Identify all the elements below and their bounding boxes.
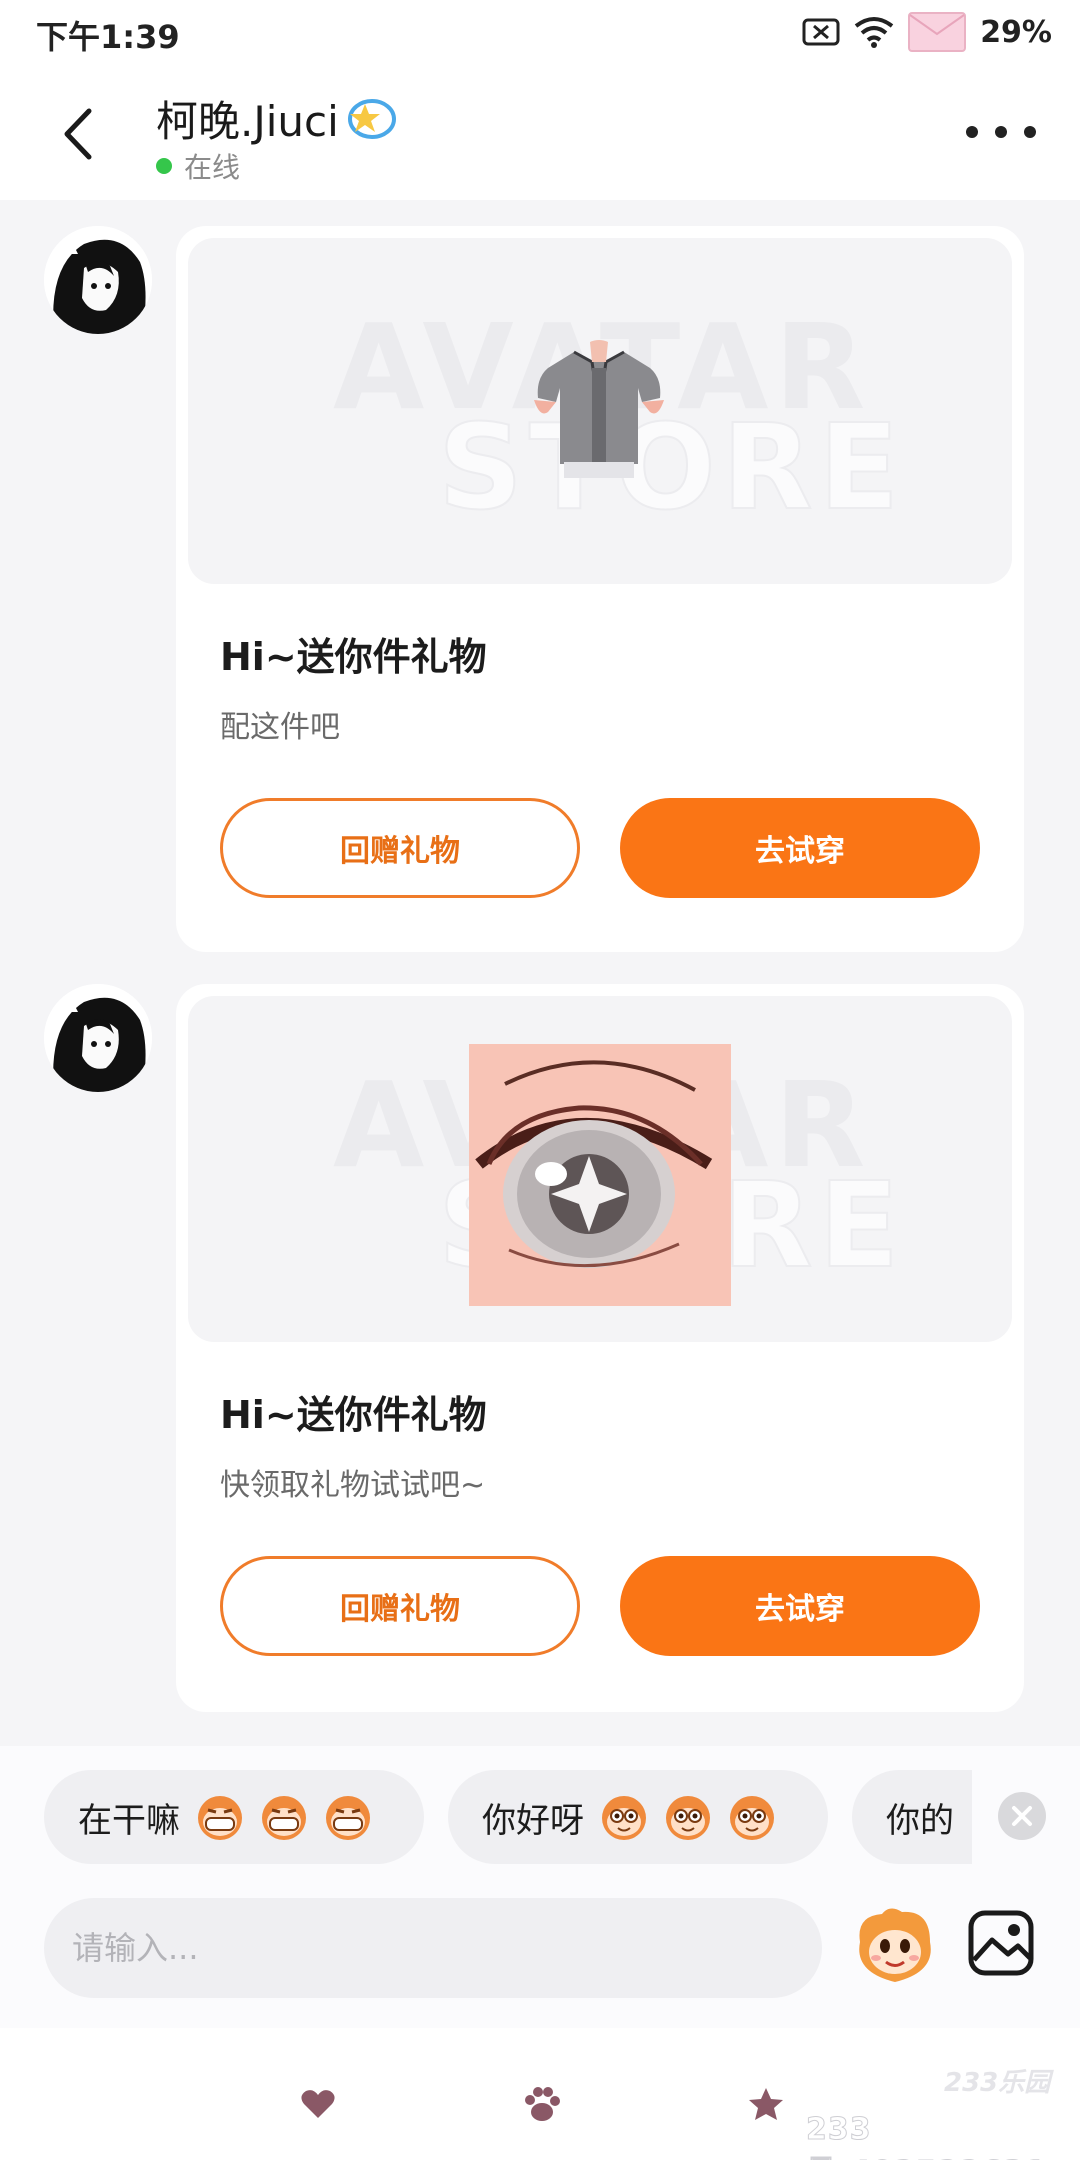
more-dots-icon [966, 126, 978, 138]
avatar-anime-girl-icon [44, 226, 152, 334]
back-button[interactable] [50, 104, 106, 164]
gift-image-area: AVATAR STORE [188, 996, 1012, 1342]
watermark-logo: 233乐园 [944, 2068, 1051, 2098]
shirt-gift-icon [534, 340, 664, 478]
quick-reply-bar: 在干嘛 你好呀 你的 [0, 1746, 1080, 1868]
gift-title: Hi~送你件礼物 [220, 1393, 487, 1437]
heart-icon[interactable] [298, 2084, 338, 2124]
sender-avatar[interactable] [44, 226, 152, 334]
quick-reply-chip[interactable]: 在干嘛 [44, 1770, 424, 1864]
wifi-icon [854, 16, 894, 48]
sticker-button[interactable] [852, 1902, 938, 1988]
sender-avatar[interactable] [44, 984, 152, 1092]
gift-message-card: AVATAR STORE Hi~送你件礼物 快领取礼物试试吧~ 回赠礼物 去试穿 [176, 984, 1024, 1712]
online-dot-icon [156, 158, 172, 174]
battery-level: 29% [980, 14, 1052, 50]
close-quick-replies-button[interactable] [998, 1792, 1046, 1840]
message-input[interactable] [44, 1898, 822, 1998]
paw-icon[interactable] [522, 2084, 562, 2124]
gift-message-card: AVATAR STORE Hi~送你件礼物 配这件吧 回赠礼物 去试穿 [176, 226, 1024, 952]
sim-off-icon [802, 18, 840, 46]
planet-star-emoji-icon [347, 98, 396, 139]
status-bar: 下午1:39 29% [0, 0, 1080, 66]
gift-subtitle: 配这件吧 [220, 710, 340, 745]
close-icon [1012, 1806, 1032, 1826]
return-gift-button[interactable]: 回赠礼物 [220, 1556, 580, 1656]
watermark-store: STORE [437, 397, 906, 537]
grin-monkey-icon [192, 1792, 376, 1842]
contact-name: 柯晚.Jiuci [156, 97, 339, 146]
more-options-button[interactable] [966, 112, 1036, 152]
input-bar [0, 1868, 1080, 2028]
chat-header: 柯晚.Jiuci 在线 [0, 66, 1080, 200]
watermark-id: 233号:402522631 [806, 2112, 1047, 2160]
gift-title: Hi~送你件礼物 [220, 635, 487, 679]
image-icon [968, 1910, 1034, 1976]
quick-reply-chip[interactable]: 你好呀 [448, 1770, 828, 1864]
chevron-left-icon [64, 108, 92, 160]
status-time: 下午1:39 [36, 18, 180, 56]
status-icons: 29% [802, 12, 1052, 52]
image-upload-button[interactable] [966, 1908, 1036, 1978]
try-on-button[interactable]: 去试穿 [620, 1556, 980, 1656]
return-gift-button[interactable]: 回赠礼物 [220, 798, 580, 898]
eye-gift-icon [469, 1044, 731, 1306]
gift-subtitle: 快领取礼物试试吧~ [220, 1468, 486, 1503]
online-status-text: 在线 [184, 151, 241, 184]
online-status: 在线 [156, 146, 240, 186]
quick-reply-text: 在干嘛 [78, 1800, 180, 1841]
smile-monkey-icon [596, 1792, 780, 1842]
gift-image-area: AVATAR STORE [188, 238, 1012, 584]
contact-name-row: 柯晚.Jiuci [156, 88, 399, 149]
quick-reply-text: 你好呀 [482, 1800, 584, 1841]
star-icon[interactable] [746, 2084, 786, 2124]
avatar-anime-girl-icon [44, 984, 152, 1092]
monkey-sticker-icon [859, 1908, 931, 1982]
mail-icon [908, 12, 967, 52]
quick-reply-text: 你的 [886, 1800, 954, 1841]
bottom-bar: 233乐园 233号:402522631 [0, 2028, 1080, 2160]
quick-reply-chip[interactable]: 你的 [852, 1770, 972, 1864]
try-on-button[interactable]: 去试穿 [620, 798, 980, 898]
